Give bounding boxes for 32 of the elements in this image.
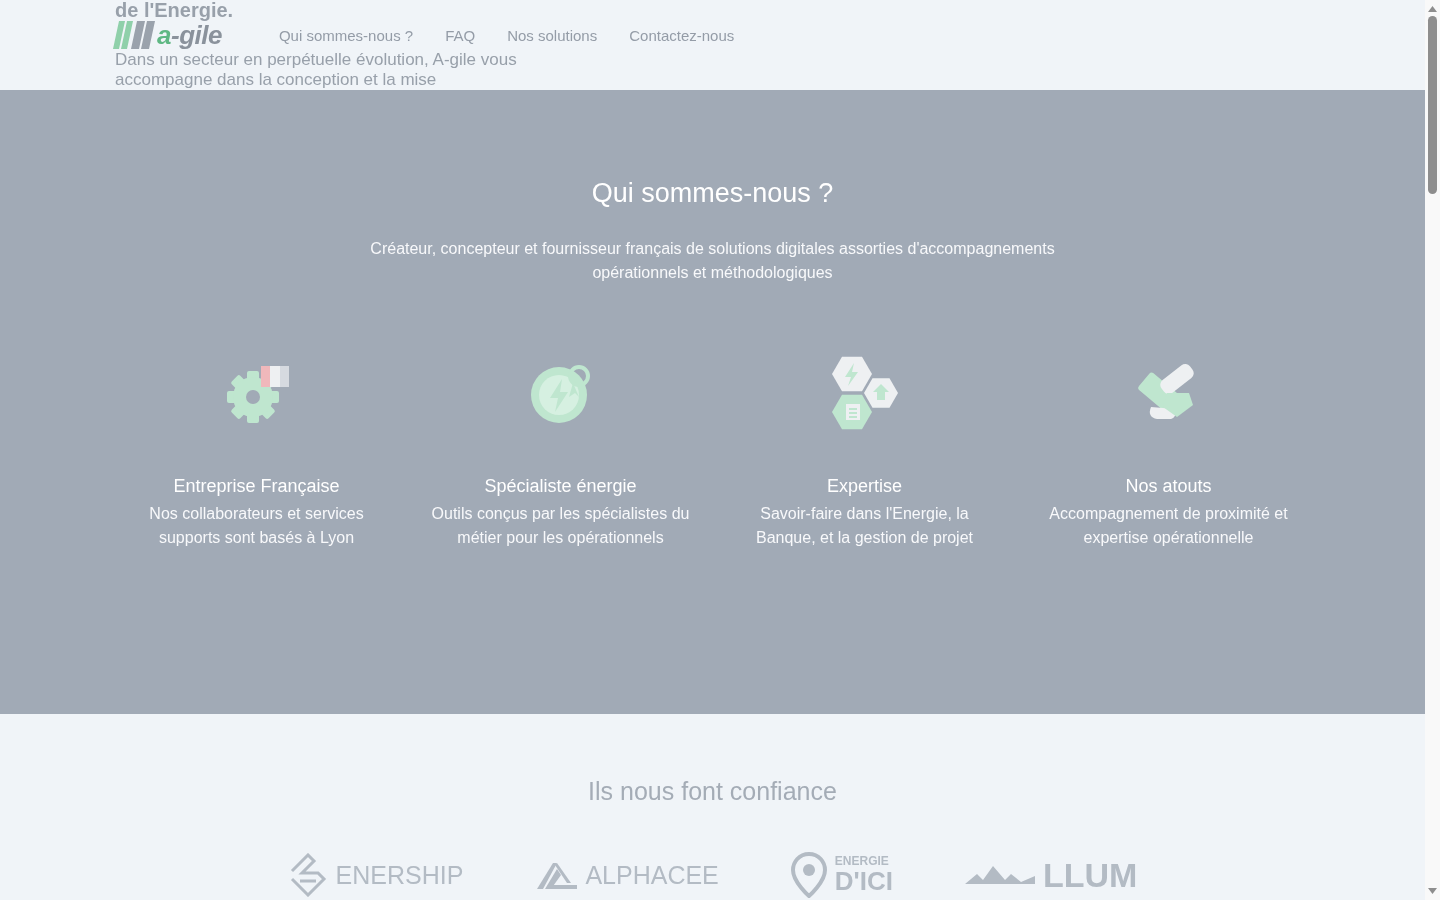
scroll-up-icon[interactable] [1428, 6, 1437, 12]
section-heading: Ils nous font confiance [588, 776, 837, 806]
nav-link[interactable]: Nos solutions [507, 26, 598, 44]
feature-title: Entreprise Française [173, 475, 340, 498]
hero-heading: de l'Energie. [115, 0, 234, 20]
nav-link[interactable]: FAQ [445, 26, 476, 44]
feature-description: Outils conçus par les spécialistes du métier pour les opérationnels [430, 504, 691, 548]
nav-link[interactable]: Qui sommes-nous ? [278, 26, 414, 44]
partner-logo-text: D'ICI [834, 868, 893, 895]
section-heading: Qui sommes-nous ? [591, 177, 834, 209]
partner-logo-text: ENERSHIP [335, 862, 464, 888]
partner-logo-text: LLUM [1043, 857, 1138, 893]
feature-title: Spécialiste énergie [484, 475, 637, 498]
nav-link[interactable]: Contactez-nous [629, 26, 735, 44]
partner-logo-text: ALPHACEE [585, 862, 719, 888]
feature-title: Expertise [826, 475, 902, 498]
feature-description: Nos collaborateurs et services supports sont basés à Lyon [148, 504, 365, 548]
scroll-down-icon[interactable] [1428, 888, 1437, 894]
feature-description: Accompagnement de proximité et expertise opérationnelle [1048, 504, 1289, 548]
hero-paragraph: Dans un secteur en perpétuelle évolution, A-gile vous accompagne dans la conception et la mise [115, 50, 518, 90]
scrollbar[interactable] [1425, 0, 1440, 900]
hexagon-cluster-icon [830, 354, 899, 432]
section-description: Créateur, concepteur et fournisseur français de solutions digitales assorties d'accompagnements opérationnels et méthodologiques [369, 239, 1056, 283]
feature-description: Savoir-faire dans l'Energie, la Banque, et la gestion de projet [754, 504, 974, 548]
scrollbar-thumb[interactable] [1428, 16, 1437, 194]
mountains-icon [965, 865, 1035, 885]
lightning-badge-icon [528, 363, 593, 423]
map-pin-icon [790, 852, 827, 898]
logo[interactable]: a-gile [113, 21, 222, 49]
partner-logo-text: ENERGIE [834, 855, 889, 868]
slanted-bars-icon [113, 21, 155, 49]
feature-title: Nos atouts [1125, 475, 1212, 498]
